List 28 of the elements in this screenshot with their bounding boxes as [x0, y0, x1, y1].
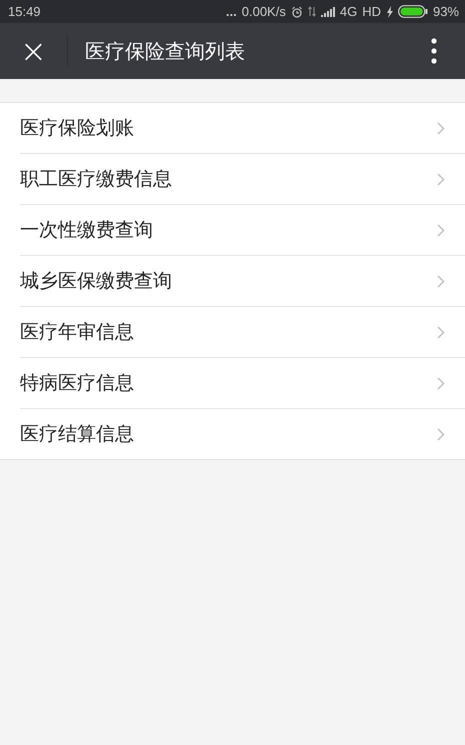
list-item[interactable]: 医疗保险划账 [20, 103, 465, 153]
chevron-right-icon [437, 376, 445, 390]
more-dots: ... [226, 4, 237, 19]
battery-icon [398, 5, 428, 18]
list-item[interactable]: 一次性缴费查询 [20, 204, 465, 255]
chevron-right-icon [437, 224, 445, 236]
list-item[interactable]: 职工医疗缴费信息 [20, 153, 465, 204]
chevron-right-icon [437, 428, 445, 440]
chevron-right-icon [437, 326, 445, 338]
network-type: 4G [340, 4, 358, 19]
page-title: 医疗保险查询列表 [84, 38, 246, 64]
alarm-clock-icon [290, 6, 303, 18]
list-item[interactable]: 医疗年审信息 [20, 306, 465, 357]
chevron-right-icon [437, 274, 445, 288]
data-arrows-icon [308, 6, 316, 17]
hd-label: HD [362, 4, 381, 19]
more-menu-icon[interactable] [431, 38, 437, 64]
list-item[interactable]: 城乡医保缴费查询 [20, 255, 465, 306]
battery-percent: 93% [432, 4, 459, 19]
chevron-right-icon [437, 172, 445, 186]
clock-time: 15:49 [8, 4, 41, 19]
chevron-right-icon [437, 122, 445, 134]
close-button[interactable]: × [14, 35, 53, 67]
list-item[interactable]: 特病医疗信息 [20, 357, 465, 408]
lightning-icon [386, 6, 393, 18]
signal-icon [320, 6, 335, 16]
list-item[interactable]: 医疗结算信息 [20, 408, 465, 459]
network-speed: 0.00K/s [242, 4, 286, 19]
